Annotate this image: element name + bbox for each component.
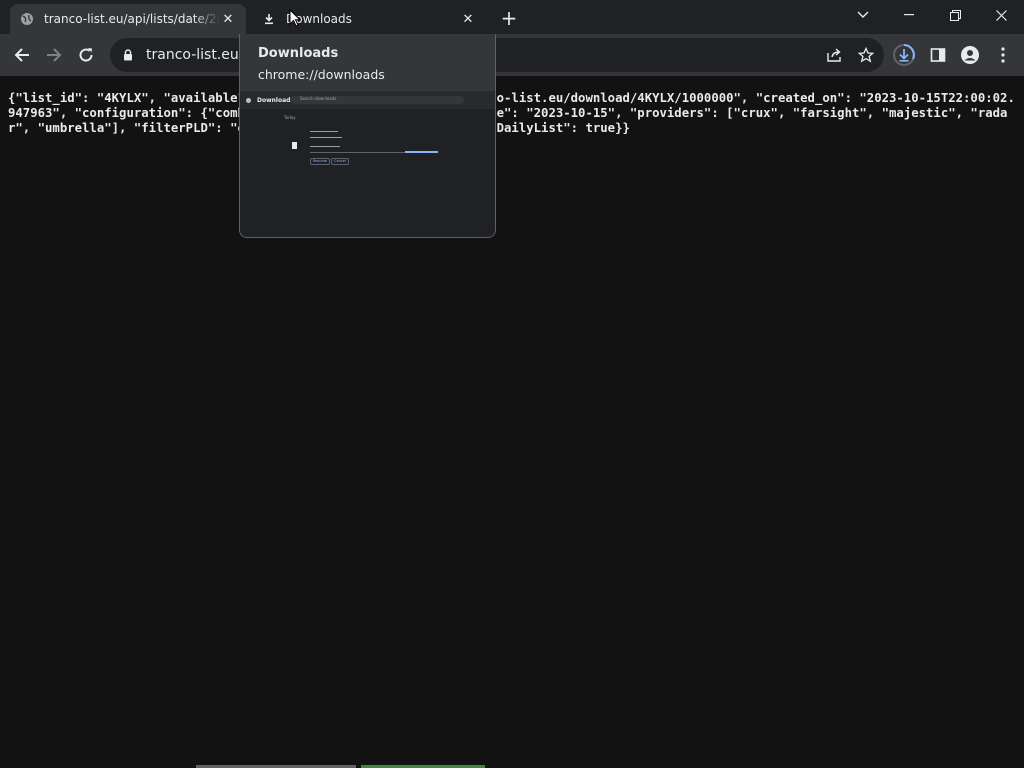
back-button[interactable] bbox=[7, 40, 37, 70]
tab-downloads[interactable]: Downloads ✕ bbox=[252, 4, 486, 34]
minimize-button[interactable] bbox=[889, 2, 929, 28]
new-tab-button[interactable]: + bbox=[498, 6, 520, 30]
close-tab-icon[interactable]: ✕ bbox=[220, 11, 236, 27]
preview-section-label: Today bbox=[284, 115, 296, 120]
preview-progress-fill bbox=[405, 151, 438, 153]
preview-file-icon bbox=[292, 142, 297, 149]
lock-icon[interactable] bbox=[120, 47, 136, 63]
browser-toolbar: tranco-list.eu/api/lists/date/2023-10-15 bbox=[0, 34, 1024, 76]
download-icon bbox=[262, 12, 276, 26]
preview-page-title: Downloads bbox=[257, 97, 295, 104]
preview-resume-button: Resume bbox=[310, 158, 331, 165]
url-text: tranco-list.eu/api/lists/date/2023-10-15 bbox=[146, 47, 246, 63]
share-icon[interactable] bbox=[821, 42, 847, 68]
tab-search-icon[interactable] bbox=[843, 2, 883, 28]
tab-hover-card: Downloads chrome://downloads Downloads S… bbox=[239, 34, 496, 238]
profile-avatar-icon[interactable] bbox=[957, 42, 983, 68]
tab-tranco-api[interactable]: tranco-list.eu/api/lists/date/2023 ✕ bbox=[10, 4, 246, 34]
tab-title: Downloads bbox=[286, 12, 352, 26]
tab-strip: tranco-list.eu/api/lists/date/2023 ✕ Dow… bbox=[0, 0, 1024, 34]
restore-button[interactable] bbox=[935, 2, 975, 28]
preview-search-placeholder: Search downloads bbox=[300, 96, 337, 101]
hover-card-url: chrome://downloads bbox=[258, 67, 385, 82]
preview-status-line bbox=[310, 146, 340, 147]
tab-title: tranco-list.eu/api/lists/date/2023 bbox=[44, 12, 220, 26]
preview-filename-line bbox=[310, 131, 338, 132]
downloads-progress-icon[interactable] bbox=[891, 42, 917, 68]
forward-button[interactable] bbox=[39, 40, 69, 70]
mouse-cursor-icon bbox=[289, 8, 302, 27]
address-bar[interactable]: tranco-list.eu/api/lists/date/2023-10-15 bbox=[110, 38, 884, 72]
hover-card-title: Downloads bbox=[258, 46, 339, 61]
globe-icon bbox=[20, 12, 34, 26]
preview-url-line bbox=[310, 137, 342, 138]
json-response-text: {"list_id": "4KYLX", "available": true, … bbox=[8, 91, 1015, 135]
preview-cancel-button: Cancel bbox=[331, 158, 349, 165]
preview-logo-icon bbox=[246, 98, 251, 103]
side-panel-icon[interactable] bbox=[925, 42, 951, 68]
close-window-button[interactable] bbox=[981, 2, 1021, 28]
bookmark-star-icon[interactable] bbox=[853, 42, 879, 68]
close-tab-icon[interactable]: ✕ bbox=[460, 11, 476, 27]
tab-preview-thumbnail: Downloads Search downloads Today Resume … bbox=[240, 91, 495, 237]
menu-kebab-icon[interactable] bbox=[990, 42, 1016, 68]
reload-button[interactable] bbox=[71, 40, 101, 70]
